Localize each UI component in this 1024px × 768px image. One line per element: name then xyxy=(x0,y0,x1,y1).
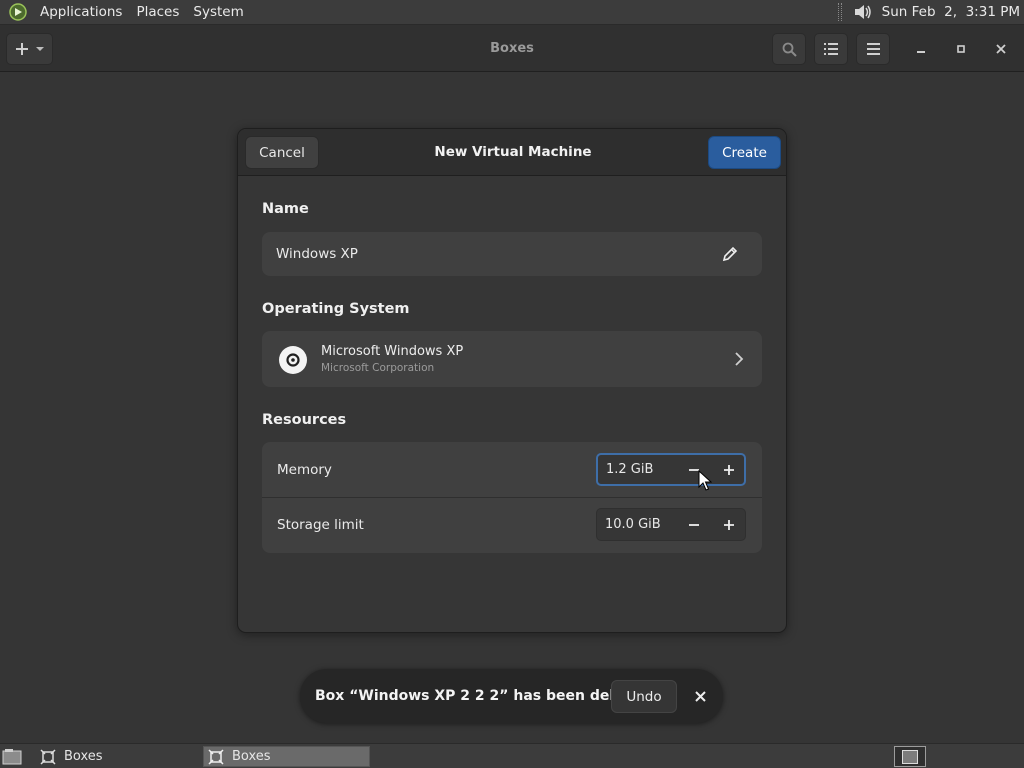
new-vm-dialog: Cancel New Virtual Machine Create Name W… xyxy=(237,128,787,633)
taskbar-item-boxes-2[interactable]: Boxes xyxy=(203,746,370,767)
workspace-1[interactable] xyxy=(902,749,918,764)
plus-icon xyxy=(724,464,734,475)
minimize-icon xyxy=(917,51,925,53)
mouse-cursor-icon xyxy=(698,470,712,491)
memory-increase-button[interactable] xyxy=(712,455,746,484)
panel-separator xyxy=(837,3,842,21)
maximize-button[interactable] xyxy=(949,37,973,61)
chevron-right-icon xyxy=(735,352,744,366)
cancel-button[interactable]: Cancel xyxy=(245,136,319,169)
os-row[interactable]: Microsoft Windows XP Microsoft Corporati… xyxy=(262,331,762,387)
toast-message: Box “Windows XP 2 2 2” has been deleted xyxy=(315,688,650,704)
storage-label: Storage limit xyxy=(277,517,364,533)
storage-stepper[interactable]: 10.0 GiB xyxy=(596,508,746,541)
search-button[interactable] xyxy=(772,33,806,65)
boxes-headerbar: Boxes xyxy=(0,25,1024,72)
chevron-down-icon xyxy=(35,47,44,51)
dialog-header: Cancel New Virtual Machine Create xyxy=(238,129,786,176)
menu-places[interactable]: Places xyxy=(129,4,186,20)
name-section-label: Name xyxy=(262,201,309,217)
memory-stepper[interactable]: 1.2 GiB xyxy=(596,453,746,486)
menu-applications[interactable]: Applications xyxy=(33,4,129,20)
bottom-taskbar: Boxes Boxes xyxy=(0,743,1024,768)
volume-icon[interactable] xyxy=(852,2,872,22)
plus-icon xyxy=(15,43,28,55)
clock[interactable]: Sun Feb 2, 3:31 PM xyxy=(882,4,1020,20)
create-button[interactable]: Create xyxy=(708,136,781,169)
view-toggle-button[interactable] xyxy=(814,33,848,65)
disc-icon xyxy=(279,346,307,374)
minus-icon xyxy=(689,523,699,526)
storage-decrease-button[interactable] xyxy=(677,509,711,540)
search-icon xyxy=(782,42,797,57)
boxes-app-icon xyxy=(208,748,224,765)
resources-section-label: Resources xyxy=(262,412,347,428)
menu-system[interactable]: System xyxy=(186,4,250,20)
menu-icon xyxy=(866,43,880,55)
show-desktop-icon[interactable] xyxy=(2,748,22,765)
undo-button[interactable]: Undo xyxy=(611,680,677,713)
maximize-icon xyxy=(957,45,965,53)
boxes-app-icon xyxy=(40,748,56,765)
taskbar-item-boxes-1[interactable]: Boxes xyxy=(36,746,198,767)
applications-logo-icon[interactable] xyxy=(7,1,29,23)
close-icon xyxy=(996,44,1006,54)
os-vendor: Microsoft Corporation xyxy=(321,362,435,374)
minimize-button[interactable] xyxy=(909,37,933,61)
plus-icon xyxy=(724,519,734,530)
dialog-title: New Virtual Machine xyxy=(434,144,592,160)
taskbar-item-label: Boxes xyxy=(64,749,103,764)
row-divider xyxy=(262,497,762,498)
storage-increase-button[interactable] xyxy=(712,509,746,540)
memory-value[interactable]: 1.2 GiB xyxy=(606,455,653,484)
main-menu-button[interactable] xyxy=(856,33,890,65)
toast-close-button[interactable] xyxy=(689,685,711,707)
edit-pencil-icon[interactable] xyxy=(722,246,738,262)
name-row[interactable]: Windows XP xyxy=(262,232,762,276)
name-value[interactable]: Windows XP xyxy=(276,246,358,262)
list-view-icon xyxy=(824,43,838,55)
resources-box: Memory 1.2 GiB Storage limit 10.0 GiB xyxy=(262,442,762,553)
deleted-toast: Box “Windows XP 2 2 2” has been deleted … xyxy=(300,669,723,723)
close-icon xyxy=(694,690,706,702)
os-section-label: Operating System xyxy=(262,301,410,317)
close-window-button[interactable] xyxy=(989,37,1013,61)
taskbar-item-label: Boxes xyxy=(232,749,271,764)
memory-label: Memory xyxy=(277,462,332,478)
workspace-switcher[interactable] xyxy=(894,746,926,767)
os-name: Microsoft Windows XP xyxy=(321,344,464,359)
new-box-button[interactable] xyxy=(6,33,53,65)
storage-value[interactable]: 10.0 GiB xyxy=(605,509,661,540)
top-panel: Applications Places System Sun Feb 2, 3:… xyxy=(0,0,1024,25)
